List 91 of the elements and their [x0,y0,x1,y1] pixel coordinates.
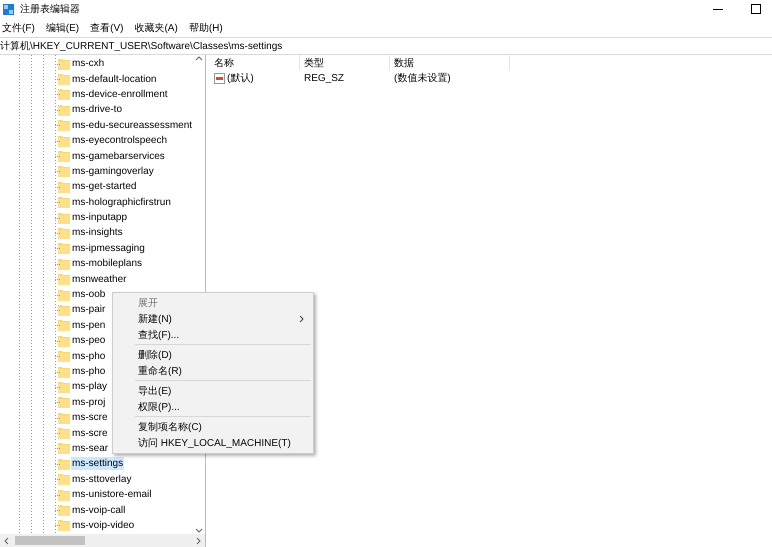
folder-icon [58,288,70,301]
folder-icon [58,412,70,424]
folder-icon [58,226,70,239]
context-menu-item[interactable]: 访问 HKEY_LOCAL_MACHINE(T) [113,435,313,451]
tree-item[interactable]: ms-inputapp [71,211,128,224]
folder-icon [58,504,70,516]
tree-item[interactable]: ms-peo [71,334,106,348]
folder-icon [58,427,70,440]
folder-icon [58,396,70,408]
folder-icon [58,242,70,254]
folder-icon [58,488,70,501]
column-header[interactable]: 数据 [390,55,510,70]
tree-item[interactable]: ms-ipmessaging [71,242,146,255]
tree-item[interactable]: ms-pho [71,350,106,363]
tree-item[interactable]: ms-gamingoverlay [71,164,155,178]
tree-item[interactable]: ms-proj [71,396,106,409]
folder-icon [58,104,70,116]
tree-item[interactable]: ms-settings [71,457,124,470]
tree-item[interactable]: ms-cxh [71,57,106,70]
menu-item[interactable]: 编辑(E) [46,20,80,34]
folder-icon [58,150,70,162]
context-menu-item[interactable]: 查找(F)... [113,327,313,343]
folder-icon [58,273,70,286]
tree-item[interactable]: ms-mobileplans [71,257,144,270]
scroll-right-icon[interactable] [194,536,202,544]
tree-item[interactable]: ms-pair [71,303,106,316]
column-header[interactable]: 类型 [300,55,390,70]
tree-item[interactable]: ms-voip-video [71,518,136,532]
folder-icon [58,334,70,347]
context-menu-item[interactable]: 删除(D) [113,347,313,363]
folder-icon [58,73,70,86]
scroll-up-icon[interactable] [195,55,204,63]
minimize-icon[interactable] [713,8,723,10]
registry-icon [3,4,14,14]
value-type: REG_SZ [303,72,346,86]
folder-icon [58,134,70,147]
maximize-icon[interactable] [751,4,761,14]
menu-item[interactable]: 收藏夹(A) [134,20,178,34]
tree-item[interactable]: ms-pen [71,318,106,332]
tree-item[interactable]: ms-pho [71,365,106,378]
scroll-down-icon[interactable] [195,526,204,534]
tree-item[interactable]: ms-play [71,380,108,394]
tree-item[interactable]: ms-drive-to [71,103,124,116]
folder-icon [58,350,70,362]
folder-icon [58,458,70,470]
folder-icon [58,212,70,224]
tree-item[interactable]: ms-scre [71,411,109,424]
column-header[interactable]: 名称 [210,55,300,70]
folder-icon [58,180,70,193]
folder-icon [58,196,70,208]
value-name: (默认) [210,70,300,86]
value-data: (数值未设置) [393,72,452,86]
context-menu-item[interactable]: 复制项名称(C) [113,419,313,435]
tree-item[interactable]: ms-unistore-email [71,488,152,502]
address-bar[interactable]: 计算机\HKEY_CURRENT_USER\Software\Classes\ms-settings [0,39,282,53]
context-menu-item[interactable]: 重命名(R) [113,363,313,379]
folder-icon [58,366,70,378]
string-value-icon [214,72,225,84]
menu-item[interactable]: 文件(F) [2,20,35,34]
tree-item[interactable]: ms-insights [71,226,124,240]
tree-item[interactable]: ms-sttoverlay [71,472,132,486]
folder-icon [58,258,70,270]
folder-icon [58,473,70,486]
tree-item[interactable]: ms-oob [71,288,106,302]
folder-icon [58,519,70,532]
folder-icon [58,319,70,332]
tree-item[interactable]: msnweather [71,272,128,286]
folder-icon [58,442,70,454]
tree-item[interactable]: ms-holographicfirstrun [71,196,172,209]
tree-item[interactable]: ms-edu-secureassessment [71,118,194,132]
context-menu-item[interactable]: 导出(E) [113,383,313,399]
folder-icon [58,380,70,393]
folder-icon [58,119,70,132]
menu-item[interactable]: 帮助(H) [188,20,223,34]
tree-item[interactable]: ms-voip-call [71,504,126,517]
menu-item[interactable]: 查看(V) [90,20,124,34]
folder-icon [58,58,70,70]
window-title: 注册表编辑器 [20,2,81,16]
tree-item[interactable]: ms-sear [71,442,110,455]
tree-item[interactable]: ms-device-enrollment [71,88,169,101]
tree-item[interactable]: ms-default-location [71,72,158,86]
folder-icon [58,304,70,316]
tree-item[interactable]: ms-scre [71,426,109,440]
context-menu-item[interactable]: 新建(N) [113,311,313,327]
tree-item[interactable]: ms-gamebarservices [71,150,166,163]
scroll-left-icon[interactable] [3,536,11,544]
tree-item[interactable]: ms-eyecontrolspeech [71,134,168,148]
context-menu-item[interactable]: 权限(P)... [113,399,313,415]
folder-icon [58,165,70,178]
tree-item[interactable]: ms-get-started [71,180,138,194]
folder-icon [58,88,70,100]
